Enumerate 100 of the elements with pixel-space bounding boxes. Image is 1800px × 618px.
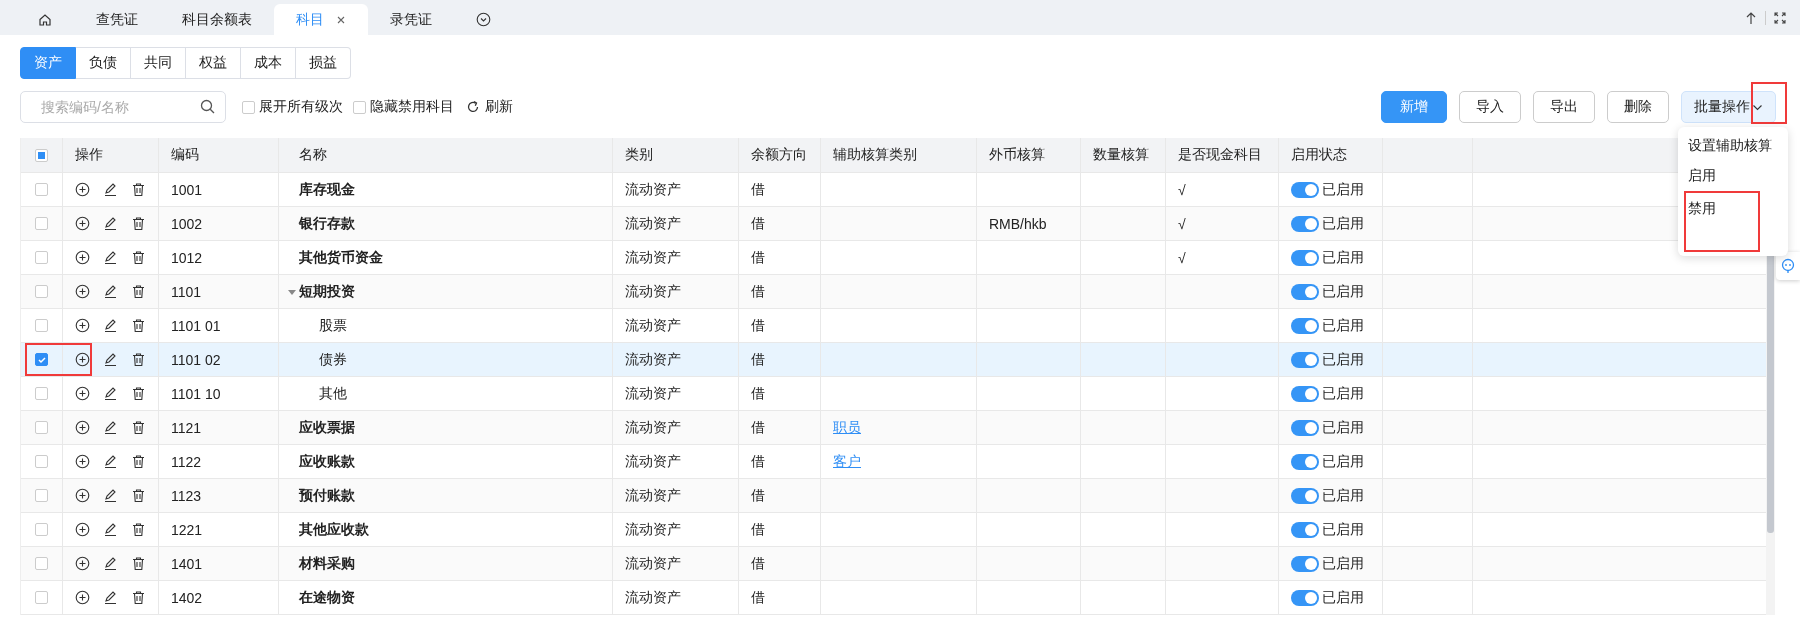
plus-circle-icon[interactable] xyxy=(75,420,90,435)
toggle-switch[interactable] xyxy=(1291,181,1319,198)
plus-circle-icon[interactable] xyxy=(75,216,90,231)
plus-circle-icon[interactable] xyxy=(75,386,90,401)
toggle-switch[interactable] xyxy=(1291,521,1319,538)
pencil-icon[interactable] xyxy=(103,590,118,605)
pencil-icon[interactable] xyxy=(103,454,118,469)
toggle-switch[interactable] xyxy=(1291,249,1319,266)
trash-icon[interactable] xyxy=(131,352,146,367)
pencil-icon[interactable] xyxy=(103,420,118,435)
page-tab[interactable]: 录凭证 xyxy=(368,4,454,35)
menu-item[interactable]: 启用 xyxy=(1678,161,1788,191)
row-checkbox[interactable] xyxy=(35,557,48,570)
row-checkbox[interactable] xyxy=(35,319,48,332)
close-icon[interactable] xyxy=(336,14,346,25)
row-checkbox[interactable] xyxy=(35,421,48,434)
trash-icon[interactable] xyxy=(131,318,146,333)
trash-icon[interactable] xyxy=(131,556,146,571)
category-tab[interactable]: 损益 xyxy=(296,47,351,79)
toggle-switch[interactable] xyxy=(1291,385,1319,402)
row-checkbox[interactable] xyxy=(35,217,48,230)
pencil-icon[interactable] xyxy=(103,522,118,537)
page-tab[interactable]: 科目余额表 xyxy=(160,4,274,35)
toggle-switch[interactable] xyxy=(1291,317,1319,334)
trash-icon[interactable] xyxy=(131,182,146,197)
table-cell: RMB/hkb xyxy=(977,207,1081,240)
toggle-switch[interactable] xyxy=(1291,283,1319,300)
aux-link[interactable]: 客户 xyxy=(833,452,861,471)
select-all-checkbox[interactable] xyxy=(35,148,48,162)
fullscreen-icon[interactable] xyxy=(1774,11,1786,24)
category-tab[interactable]: 共同 xyxy=(131,47,186,79)
trash-icon[interactable] xyxy=(131,386,146,401)
trash-icon[interactable] xyxy=(131,284,146,299)
row-checkbox[interactable] xyxy=(35,489,48,502)
plus-circle-icon[interactable] xyxy=(75,284,90,299)
toolbar-button[interactable]: 删除 xyxy=(1607,91,1669,123)
table-cell: 1101 02 xyxy=(159,343,279,376)
row-checkbox[interactable] xyxy=(35,353,48,366)
pencil-icon[interactable] xyxy=(103,352,118,367)
pencil-icon[interactable] xyxy=(103,556,118,571)
plus-circle-icon[interactable] xyxy=(75,556,90,571)
trash-icon[interactable] xyxy=(131,590,146,605)
row-checkbox[interactable] xyxy=(35,251,48,264)
pencil-icon[interactable] xyxy=(103,250,118,265)
trash-icon[interactable] xyxy=(131,488,146,503)
search-field[interactable]: 搜索编码/名称 xyxy=(20,91,226,123)
row-checkbox[interactable] xyxy=(35,183,48,196)
pencil-icon[interactable] xyxy=(103,488,118,503)
toggle-switch[interactable] xyxy=(1291,453,1319,470)
toggle-switch[interactable] xyxy=(1291,555,1319,572)
category-tab[interactable]: 负债 xyxy=(76,47,131,79)
plus-circle-icon[interactable] xyxy=(75,522,90,537)
table-cell: √ xyxy=(1166,241,1279,274)
trash-icon[interactable] xyxy=(131,454,146,469)
toggle-switch[interactable] xyxy=(1291,215,1319,232)
menu-item[interactable]: 设置辅助核算 xyxy=(1678,131,1788,161)
menu-item[interactable]: 禁用 xyxy=(1686,193,1758,250)
row-checkbox[interactable] xyxy=(35,387,48,400)
page-tab[interactable]: 查凭证 xyxy=(74,4,160,35)
toolbar-button[interactable]: 导出 xyxy=(1533,91,1595,123)
toggle-switch[interactable] xyxy=(1291,589,1319,606)
toolbar-button[interactable]: 导入 xyxy=(1459,91,1521,123)
toggle-switch[interactable] xyxy=(1291,351,1319,368)
assistant-button[interactable] xyxy=(1776,252,1800,280)
search-icon[interactable] xyxy=(200,99,215,114)
row-checkbox[interactable] xyxy=(35,591,48,604)
checkbox[interactable] xyxy=(242,100,255,114)
checkbox-label[interactable]: 隐藏禁用科目 xyxy=(370,98,454,116)
toggle-switch[interactable] xyxy=(1291,419,1319,436)
plus-circle-icon[interactable] xyxy=(75,352,90,367)
toggle-switch[interactable] xyxy=(1291,487,1319,504)
expand-caret-icon[interactable] xyxy=(288,287,296,296)
pencil-icon[interactable] xyxy=(103,182,118,197)
row-checkbox[interactable] xyxy=(35,285,48,298)
plus-circle-icon[interactable] xyxy=(75,182,90,197)
plus-circle-icon[interactable] xyxy=(75,318,90,333)
trash-icon[interactable] xyxy=(131,420,146,435)
checkbox-label[interactable]: 展开所有级次 xyxy=(259,98,343,116)
plus-circle-icon[interactable] xyxy=(75,454,90,469)
checkbox[interactable] xyxy=(353,100,366,114)
row-checkbox[interactable] xyxy=(35,523,48,536)
trash-icon[interactable] xyxy=(131,216,146,231)
trash-icon[interactable] xyxy=(131,250,146,265)
category-tab[interactable]: 成本 xyxy=(241,47,296,79)
plus-circle-icon[interactable] xyxy=(75,488,90,503)
pencil-icon[interactable] xyxy=(103,284,118,299)
pencil-icon[interactable] xyxy=(103,318,118,333)
up-arrow-icon[interactable] xyxy=(1745,10,1757,25)
row-checkbox[interactable] xyxy=(35,455,48,468)
plus-circle-icon[interactable] xyxy=(75,590,90,605)
trash-icon[interactable] xyxy=(131,522,146,537)
refresh-button[interactable]: 刷新 xyxy=(464,98,515,116)
status-label: 已启用 xyxy=(1322,418,1364,437)
plus-circle-icon[interactable] xyxy=(75,250,90,265)
batch-dropdown-button[interactable]: 批量操作 xyxy=(1681,91,1776,123)
pencil-icon[interactable] xyxy=(103,216,118,231)
pencil-icon[interactable] xyxy=(103,386,118,401)
table-cell: 债券 xyxy=(319,350,347,369)
status-label: 已启用 xyxy=(1322,520,1364,539)
category-tab[interactable]: 权益 xyxy=(186,47,241,79)
